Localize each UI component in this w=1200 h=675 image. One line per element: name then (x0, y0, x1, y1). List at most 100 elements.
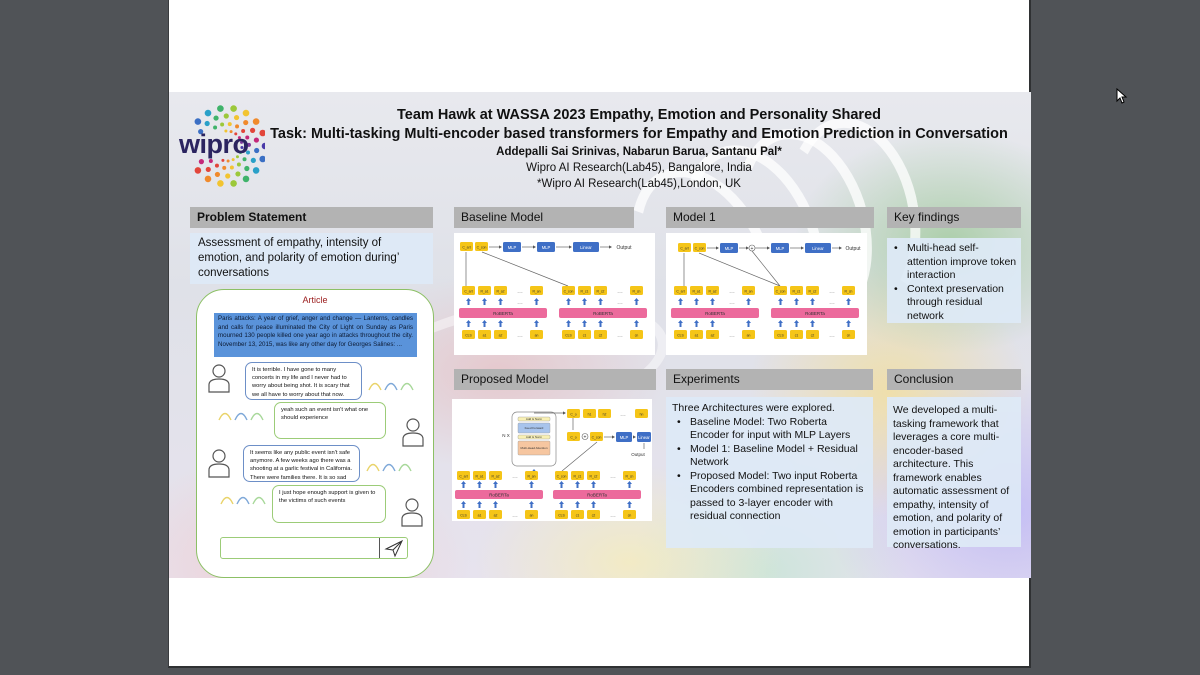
roberta-encoder-label: RoBERTa (587, 493, 607, 498)
logo-dot (261, 142, 269, 150)
token-label: C_con (695, 247, 705, 251)
up-arrow-icon (493, 481, 498, 488)
logo-dot (250, 157, 256, 163)
logo-dot (222, 165, 227, 170)
up-arrow-icon (582, 298, 587, 305)
chat-message-text: yeah such an event isn't what one should… (281, 407, 369, 422)
poster-title: Team Hawk at WASSA 2023 Empathy, Emotion… (396, 107, 881, 123)
arrow-head-icon (839, 246, 842, 250)
up-arrow-icon (534, 298, 539, 305)
problem-statement-text: Assessment of empathy, intensity of emot… (198, 237, 399, 279)
token-label: a1 (695, 334, 699, 338)
logo-dot (233, 114, 240, 121)
poster: wipro Team Hawk at WASSA 2023 Empathy, E… (169, 92, 1031, 578)
model1-header: Model 1 (666, 207, 874, 228)
poster-subtitle: Task: Multi-tasking Multi-encoder based … (270, 126, 1008, 142)
up-arrow-icon (694, 298, 699, 305)
connector-line (481, 251, 569, 287)
chat-input[interactable] (220, 537, 408, 559)
article-text: Paris attacks: A year of grief, anger an… (214, 313, 417, 357)
token-label: C_art (462, 246, 470, 250)
token-label: CLS (565, 334, 572, 338)
up-arrow-icon (529, 501, 534, 508)
experiment-item: Proposed Model: Two input Roberta Encode… (672, 470, 867, 524)
ellipsis: … (829, 300, 835, 306)
up-arrow-icon (810, 298, 815, 305)
key-findings-header: Key findings (887, 207, 1021, 228)
encoder-layer-label: Multi-Head Attention (520, 446, 547, 450)
arrow-head-icon (612, 435, 615, 439)
up-arrow-icon (559, 481, 564, 488)
token-label: CLS (777, 334, 784, 338)
up-arrow-icon (477, 481, 482, 488)
ellipsis: … (729, 300, 735, 306)
token-label: a2 (499, 334, 503, 338)
conclusion-text: We developed a multi-tasking framework t… (893, 404, 1010, 551)
problem-statement-box: Assessment of empathy, intensity of emot… (190, 233, 433, 284)
token-label: c1 (576, 514, 580, 518)
ellipsis-token: … (617, 289, 623, 295)
logo-dot (204, 175, 212, 183)
connector-line (561, 441, 598, 472)
output-label: Output (616, 245, 632, 251)
encoder-layer-label: Add & Norm (526, 417, 543, 421)
roberta-encoder-label: RoBERTa (489, 493, 509, 498)
up-arrow-icon (678, 320, 683, 327)
document-viewer: wipro Team Hawk at WASSA 2023 Empathy, E… (0, 0, 1200, 675)
up-arrow-icon (634, 320, 639, 327)
logo-dot (244, 165, 250, 172)
token-label: h2 (603, 413, 607, 417)
logo-dot (214, 163, 219, 168)
wipro-logo: wipro (173, 100, 269, 192)
logo-dot (217, 180, 224, 187)
token-label: C_art (676, 290, 684, 294)
logo-dot (243, 119, 249, 126)
logo-dot (220, 122, 225, 127)
logo-dot (259, 129, 267, 137)
logo-dot (227, 122, 232, 127)
conversation-illustration: Article Paris attacks: A year of grief, … (196, 289, 434, 578)
ellipsis: … (517, 300, 523, 306)
mlp-block-label: MLP (776, 246, 785, 251)
proposed-model-diagram: N X Add & Norm Feed Forward Add & Norm Multi… (452, 399, 652, 521)
experiment-item: Baseline Model: Two Roberta Encoder for … (672, 416, 867, 443)
problem-statement-header: Problem Statement (190, 207, 433, 228)
up-arrow-icon (634, 298, 639, 305)
ellipsis-token: … (610, 513, 616, 519)
logo-dot (230, 105, 237, 112)
baseline-model-diagram: C_art C_con MLP MLP Linear Output C_art R_a1 R_a… (454, 233, 655, 355)
token-label: R_an (532, 290, 540, 294)
key-findings-list: Multi-head self-attention improve token … (889, 242, 1019, 323)
mlp-block-label: MLP (542, 245, 551, 250)
up-arrow-icon (591, 481, 596, 488)
up-arrow-icon (746, 320, 751, 327)
poster-affiliation-1: Wipro AI Research(Lab45), Bangalore, Ind… (526, 162, 752, 174)
ellipsis-token: … (829, 333, 835, 339)
chat-message-text: It seems like any public event isn't saf… (250, 450, 353, 481)
up-arrow-icon (498, 320, 503, 327)
up-arrow-icon (461, 481, 466, 488)
poster-authors: Addepalli Sai Srinivas, Nabarun Barua, S… (496, 146, 782, 158)
logo-dot (204, 120, 210, 127)
token-label: C_con (776, 290, 786, 294)
token-label: C_art (464, 290, 472, 294)
send-button[interactable] (379, 538, 407, 558)
token-label: a2 (494, 514, 498, 518)
roberta-encoder-label: RoBERTa (493, 311, 513, 316)
token-label: c1 (795, 334, 799, 338)
key-finding-item: Multi-head self-attention improve token … (889, 242, 1019, 283)
token-label: cn (635, 334, 639, 338)
proposed-diagram-svg: N X Add & Norm Feed Forward Add & Norm Multi… (455, 409, 651, 519)
chat-message-text: I just hope enough support is given to t… (279, 490, 376, 505)
token-label: R_c1 (574, 475, 582, 479)
up-arrow-icon (627, 481, 632, 488)
up-arrow-icon (598, 320, 603, 327)
poster-affiliation-2: *Wipro AI Research(Lab45),London, UK (537, 178, 741, 190)
token-label: c2 (811, 334, 815, 338)
experiments-header: Experiments (666, 369, 873, 390)
arrow-head-icon (533, 245, 536, 249)
chat-message-text: It is terrible. I have gone to many conc… (252, 367, 350, 398)
user-avatar-icon (402, 418, 424, 447)
up-arrow-icon (591, 501, 596, 508)
up-arrow-icon (482, 298, 487, 305)
